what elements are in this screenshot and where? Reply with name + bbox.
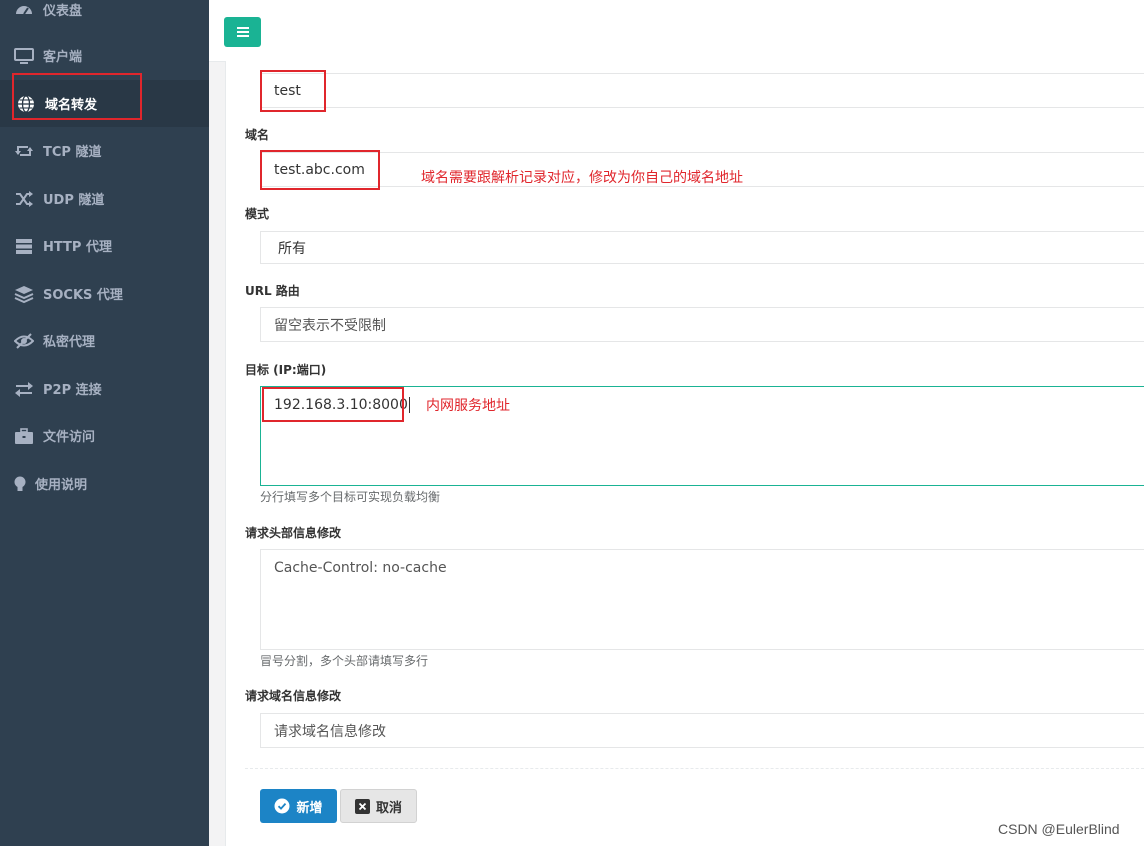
sidebar-item-label: 使用说明 bbox=[35, 478, 88, 493]
sidebar-item-label: 私密代理 bbox=[43, 335, 96, 350]
target-annotation: 内网服务地址 bbox=[426, 398, 510, 414]
sidebar-item-label: 文件访问 bbox=[43, 430, 96, 445]
sidebar-item-private-proxy[interactable]: 私密代理 bbox=[0, 317, 209, 364]
mode-select-value: 所有 bbox=[278, 240, 306, 257]
remark-input[interactable]: test bbox=[260, 73, 1144, 108]
url-route-placeholder: 留空表示不受限制 bbox=[274, 317, 386, 334]
briefcase-icon bbox=[14, 426, 34, 446]
eye-slash-icon bbox=[14, 331, 34, 351]
sidebar-item-file-access[interactable]: 文件访问 bbox=[0, 412, 209, 459]
sidebar-item-label: 域名转发 bbox=[45, 98, 98, 113]
dashboard-icon bbox=[14, 0, 34, 20]
sidebar-item-label: SOCKS 代理 bbox=[43, 288, 123, 303]
sidebar-item-udp-tunnel[interactable]: UDP 隧道 bbox=[0, 175, 209, 222]
add-button[interactable]: 新增 bbox=[260, 789, 337, 823]
sidebar-item-dashboard[interactable]: 仪表盘 bbox=[0, 0, 209, 33]
remark-input-value: test bbox=[274, 82, 301, 99]
sidebar-item-domain-forward[interactable]: 域名转发 bbox=[0, 80, 209, 127]
host-modify-label: 请求域名信息修改 bbox=[245, 689, 342, 703]
exchange-icon bbox=[14, 379, 34, 399]
sidebar-item-label: 仪表盘 bbox=[43, 4, 83, 19]
retweet-icon bbox=[14, 141, 34, 161]
domain-label: 域名 bbox=[245, 128, 270, 142]
cancel-button[interactable]: 取消 bbox=[340, 789, 417, 823]
monitor-icon bbox=[14, 46, 34, 66]
bars-icon bbox=[236, 27, 249, 37]
mode-select[interactable]: 所有 bbox=[260, 231, 1144, 264]
header-modify-label: 请求头部信息修改 bbox=[245, 526, 342, 540]
globe-icon bbox=[16, 94, 36, 114]
host-modify-placeholder: 请求域名信息修改 bbox=[274, 723, 386, 740]
sidebar: 仪表盘 客户端 域名转发 TCP 隧道 UDP 隧道 HTTP 代理 SOCKS… bbox=[0, 0, 209, 846]
domain-annotation: 域名需要跟解析记录对应，修改为你自己的域名地址 bbox=[421, 170, 743, 186]
sidebar-item-help[interactable]: 使用说明 bbox=[0, 460, 209, 507]
target-value-text: 192.168.3.10:8000 bbox=[274, 397, 408, 413]
sidebar-item-http-proxy[interactable]: HTTP 代理 bbox=[0, 222, 209, 269]
text-caret bbox=[408, 397, 410, 413]
target-textarea-value: 192.168.3.10:8000 bbox=[274, 397, 410, 413]
host-modify-input[interactable]: 请求域名信息修改 bbox=[260, 713, 1144, 748]
check-circle-icon bbox=[274, 798, 290, 814]
add-button-label: 新增 bbox=[296, 800, 323, 816]
server-icon bbox=[14, 236, 34, 256]
sidebar-item-tcp-tunnel[interactable]: TCP 隧道 bbox=[0, 127, 209, 174]
url-route-label: URL 路由 bbox=[245, 284, 300, 298]
sidebar-item-socks-proxy[interactable]: SOCKS 代理 bbox=[0, 270, 209, 317]
header-modify-textarea[interactable]: Cache-Control: no-cache bbox=[260, 549, 1144, 650]
menu-toggle-button[interactable] bbox=[224, 17, 261, 47]
sidebar-item-p2p[interactable]: P2P 连接 bbox=[0, 365, 209, 412]
shuffle-icon bbox=[14, 189, 34, 209]
sidebar-item-label: 客户端 bbox=[43, 50, 83, 65]
target-help-text: 分行填写多个目标可实现负载均衡 bbox=[260, 490, 441, 504]
lightbulb-icon bbox=[10, 474, 30, 494]
header-modify-placeholder: Cache-Control: no-cache bbox=[274, 560, 447, 576]
mode-label: 模式 bbox=[245, 207, 270, 221]
layers-icon bbox=[14, 284, 34, 304]
cancel-button-label: 取消 bbox=[375, 800, 402, 816]
sidebar-item-label: UDP 隧道 bbox=[43, 193, 105, 208]
watermark-text: CSDN @EulerBlind bbox=[998, 821, 1120, 837]
target-textarea[interactable]: 192.168.3.10:8000 bbox=[260, 386, 1144, 486]
top-navbar bbox=[209, 0, 1144, 62]
form-divider bbox=[245, 768, 1144, 769]
header-help-text: 冒号分割，多个头部请填写多行 bbox=[260, 654, 429, 668]
sidebar-item-label: P2P 连接 bbox=[43, 383, 102, 398]
sidebar-item-clients[interactable]: 客户端 bbox=[0, 32, 209, 79]
sidebar-item-label: TCP 隧道 bbox=[43, 145, 102, 160]
close-square-icon bbox=[354, 798, 370, 814]
sidebar-item-label: HTTP 代理 bbox=[43, 240, 112, 255]
url-route-input[interactable]: 留空表示不受限制 bbox=[260, 307, 1144, 342]
target-label: 目标 (IP:端口) bbox=[245, 363, 327, 377]
domain-input-value: test.abc.com bbox=[274, 161, 365, 178]
